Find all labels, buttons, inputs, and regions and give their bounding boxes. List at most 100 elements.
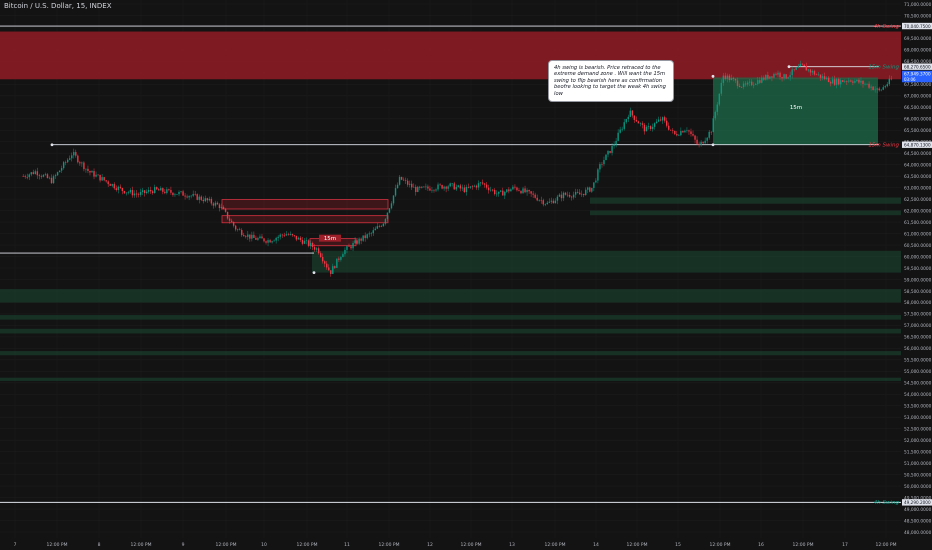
candle-body: [247, 234, 249, 237]
candle-body: [542, 200, 544, 205]
candle-body: [572, 194, 575, 198]
candle-body: [346, 246, 348, 250]
candle-body: [28, 174, 30, 178]
swing-level-label: 15m Swing: [868, 64, 899, 70]
time-tick-label: 13: [509, 542, 515, 548]
candle-body: [46, 174, 49, 179]
price-tick-label: 64,500.0000: [904, 151, 932, 157]
candle-body: [368, 233, 370, 235]
current-price-countdown: 03:06: [904, 77, 916, 82]
annotation-note[interactable]: 4h swing is bearish. Price retraced to t…: [548, 60, 674, 103]
candle-body: [222, 206, 225, 210]
candle-body: [358, 238, 360, 244]
chart-canvas[interactable]: 4h Swing 15m Swing 15m Swing 4h Swing 15m 15…: [0, 0, 932, 550]
candle-body: [184, 195, 186, 197]
candle-body: [684, 130, 686, 133]
candle-body: [340, 257, 342, 260]
candle-body: [718, 93, 721, 105]
candle-body: [360, 238, 362, 241]
price-tick-label: 69,500.0000: [904, 36, 932, 42]
swing-level-label: 15m Swing: [868, 143, 899, 149]
candle-body: [121, 188, 124, 192]
zone-label: 15m: [790, 105, 802, 111]
candle-body: [297, 237, 300, 240]
candle-body: [564, 192, 567, 195]
candle-body: [342, 254, 344, 258]
candle-body: [846, 81, 848, 82]
candle-body: [319, 253, 322, 258]
candle-body: [730, 78, 733, 81]
candle-body: [423, 186, 425, 188]
candle-body: [672, 130, 674, 131]
candle-body: [522, 188, 524, 194]
time-tick-label: 12:00 PM: [297, 542, 318, 548]
candle-body: [613, 144, 615, 146]
candle-body: [241, 230, 243, 236]
candle-body: [831, 79, 834, 84]
candle-body: [797, 66, 799, 68]
candle-body: [216, 202, 219, 205]
candle-body: [172, 192, 174, 196]
candle-body: [607, 150, 609, 155]
level-price-label: 49,290.2000: [904, 500, 931, 505]
candle-body: [659, 119, 662, 121]
candle-body: [801, 63, 803, 65]
candle-body: [71, 155, 73, 159]
candle-body: [309, 243, 312, 246]
candle-body: [83, 162, 85, 170]
price-tick-label: 57,000.0000: [904, 323, 932, 329]
candle-body: [149, 190, 152, 192]
candle-body: [647, 126, 650, 127]
candle-body: [641, 123, 644, 125]
candle-body: [789, 75, 791, 78]
candle-body: [382, 223, 385, 227]
candle-body: [67, 159, 69, 163]
price-tick-label: 66,000.0000: [904, 117, 932, 123]
candle-body: [289, 234, 292, 235]
candle-body: [192, 193, 194, 196]
candle-body: [463, 187, 466, 193]
candle-body: [26, 176, 28, 178]
candle-body: [34, 171, 37, 174]
candle-body: [453, 183, 455, 190]
price-tick-label: 59,500.0000: [904, 266, 932, 272]
candle-body: [700, 141, 702, 145]
candle-body: [305, 240, 308, 241]
time-tick-label: 9: [182, 542, 185, 548]
candle-body: [402, 179, 405, 181]
candle-body: [212, 203, 215, 206]
candle-body: [825, 77, 828, 79]
candle-body: [661, 117, 664, 121]
candle-body: [562, 192, 565, 199]
candle-body: [261, 236, 263, 239]
candle-body: [87, 168, 89, 171]
candle-body: [170, 190, 172, 193]
candle-body: [813, 71, 816, 75]
candle-body: [89, 170, 91, 173]
candle-body: [862, 80, 864, 85]
candle-body: [123, 191, 126, 194]
candle-body: [655, 121, 658, 124]
candle-body: [795, 67, 797, 70]
candle-body: [160, 188, 162, 191]
time-tick-label: 12:00 PM: [627, 542, 648, 548]
candle-body: [269, 240, 271, 243]
candle-body: [24, 176, 26, 177]
price-tick-label: 62,500.0000: [904, 197, 932, 203]
candle-body: [236, 229, 239, 231]
candle-body: [317, 248, 320, 254]
price-tick-label: 61,500.0000: [904, 220, 932, 226]
candle-body: [50, 177, 53, 184]
candle-body: [799, 63, 801, 67]
candle-body: [77, 155, 79, 163]
candle-body: [253, 234, 255, 238]
candle-body: [40, 176, 43, 177]
candle-body: [574, 191, 577, 195]
price-tick-label: 57,500.0000: [904, 312, 932, 318]
candle-body: [178, 191, 180, 195]
candle-body: [214, 202, 217, 206]
candle-body: [637, 121, 640, 124]
candle-body: [378, 226, 381, 227]
candle-body: [293, 235, 296, 236]
candle-body: [530, 191, 532, 194]
